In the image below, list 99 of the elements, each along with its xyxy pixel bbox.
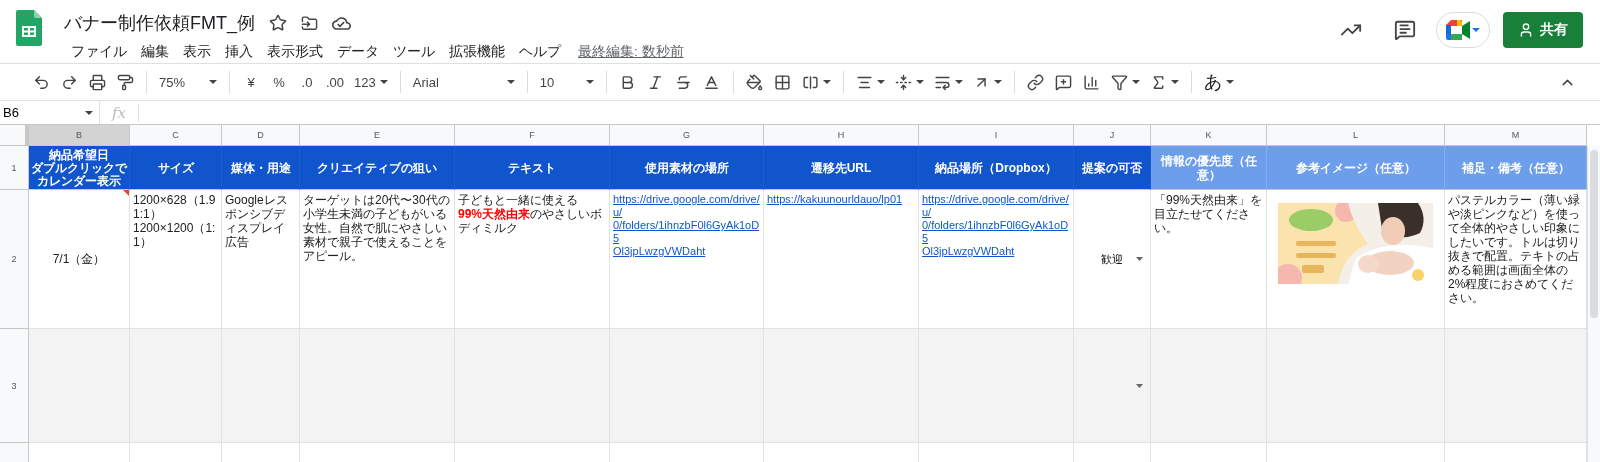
menu-item[interactable]: 表示 xyxy=(176,41,218,63)
header-cell: 使用素材の場所 xyxy=(610,146,764,190)
column-header[interactable]: I xyxy=(919,125,1074,146)
fill-color-icon xyxy=(746,73,764,91)
caret-icon xyxy=(1225,80,1234,84)
table-cell: ターゲットは20代〜30代の小学生未満の子どもがいる女性。自然で肌にやさしい素材で親子で使えることをアピール。 xyxy=(300,190,455,329)
star-icon[interactable] xyxy=(269,14,287,32)
caret-icon xyxy=(1136,257,1143,261)
caret-icon xyxy=(954,80,963,84)
column-header[interactable]: D xyxy=(222,125,300,146)
menu-item[interactable]: ツール xyxy=(386,41,442,63)
comment-icon xyxy=(1055,73,1073,91)
document-title[interactable]: バナー制作依頼FMT_例 xyxy=(64,11,255,35)
caret-icon xyxy=(506,80,515,84)
caret-icon xyxy=(85,110,93,115)
link-icon xyxy=(1027,73,1045,91)
chart-icon xyxy=(1083,73,1101,91)
caret-icon xyxy=(915,80,924,84)
column-header[interactable]: C xyxy=(130,125,222,146)
column-header[interactable]: K xyxy=(1151,125,1267,146)
strikethrough-icon xyxy=(675,73,693,91)
header-cell: 補足・備考（任意） xyxy=(1445,146,1587,190)
row-number[interactable]: 3 xyxy=(0,329,29,443)
table-cell: 子どもと一緒に使える 99%天然由来のやさしいボディミルク xyxy=(455,190,610,329)
redo-icon xyxy=(60,73,78,91)
dropdown[interactable]: 歓迎 xyxy=(1077,251,1147,267)
caret-icon xyxy=(993,80,1002,84)
header-cell: 遷移先URL xyxy=(764,146,919,190)
zoom-select[interactable]: 75% xyxy=(155,68,221,96)
caret-icon xyxy=(379,80,388,84)
column-header[interactable]: E xyxy=(300,125,455,146)
video-camera-icon xyxy=(1446,20,1470,40)
meet-button[interactable] xyxy=(1436,12,1490,48)
menu-item[interactable]: 拡張機能 xyxy=(442,41,512,63)
header-cell: 参考イメージ（任意） xyxy=(1267,146,1445,190)
caret-icon xyxy=(585,80,594,84)
currency-button[interactable]: ¥ xyxy=(238,68,264,96)
caret-icon xyxy=(822,80,831,84)
merge-icon xyxy=(801,73,819,91)
undo-icon xyxy=(32,73,50,91)
increase-decimal-button[interactable]: .00 xyxy=(322,68,349,96)
header-cell: サイズ xyxy=(130,146,222,190)
header-cell: 媒体・用途 xyxy=(222,146,300,190)
last-edit-link[interactable]: 最終編集: 数秒前 xyxy=(578,43,684,61)
link[interactable]: https://drive.google.com/drive/u/ 0/folders/1ihnzbF0l6GyAk1oD5 Ol3jpLwzgVWDaht xyxy=(613,193,760,258)
table-cell: パステルカラー（薄い緑や淡ピンクなど）を使って全体的やさしい印象にしたいです。トルは切り抜きで配置。テキトの占める範囲は画面全体の2%程度におさめてください。 xyxy=(1445,190,1587,329)
filter-icon xyxy=(1110,73,1128,91)
caret-icon xyxy=(209,80,217,84)
text-color-icon xyxy=(703,73,721,91)
column-header[interactable]: B xyxy=(29,125,130,146)
menu-item[interactable]: ファイル xyxy=(64,41,134,63)
header-cell: 提案の可否 xyxy=(1074,146,1151,190)
row-number[interactable]: 1 xyxy=(0,146,29,190)
link[interactable]: https://kakuunourldauo/lp01 xyxy=(767,193,915,206)
menu-item[interactable]: 表示形式 xyxy=(260,41,330,63)
header-cell: 納品場所（Dropbox） xyxy=(919,146,1074,190)
comment-icon xyxy=(1394,19,1416,41)
sheets-logo[interactable] xyxy=(16,10,42,46)
header-title: 納品希望日 xyxy=(49,147,109,162)
menu-item[interactable]: ヘルプ xyxy=(512,41,568,63)
fx-label: fx xyxy=(100,103,139,122)
paint-format-icon xyxy=(116,73,134,91)
row-number[interactable]: 2 xyxy=(0,190,29,329)
header-cell: 情報の優先度（任意） xyxy=(1151,146,1267,190)
column-header[interactable]: H xyxy=(764,125,919,146)
menu-item[interactable]: 挿入 xyxy=(218,41,260,63)
menu-item[interactable]: 編集 xyxy=(134,41,176,63)
print-icon xyxy=(88,73,106,91)
column-header[interactable]: M xyxy=(1445,125,1587,146)
header-note: ダブルクリックでカレンダー表示 xyxy=(31,161,127,188)
table-cell: 7/1（金） xyxy=(29,190,130,329)
font-size-select[interactable]: 10 xyxy=(535,68,598,96)
table-cell: Googleレスポンシブディスプレイ広告 xyxy=(222,190,300,329)
table-cell: 「99%天然由来」を目立たせてください。 xyxy=(1151,190,1267,329)
caret-icon xyxy=(1472,28,1480,32)
borders-icon xyxy=(774,73,792,91)
caret-icon xyxy=(1131,80,1140,84)
menu-item[interactable]: データ xyxy=(330,41,386,63)
scrollbar[interactable] xyxy=(1587,146,1600,462)
link[interactable]: https://drive.google.com/drive/u/ 0/folders/1ihnzbF0l6GyAk1oD5 Ol3jpLwzgVWDaht xyxy=(922,193,1070,258)
vertical-align-icon xyxy=(894,73,912,91)
move-folder-icon[interactable] xyxy=(301,14,318,32)
header-cell: クリエイティブの狙い xyxy=(300,146,455,190)
share-button[interactable]: 共有 xyxy=(1503,12,1583,48)
percent-button[interactable]: % xyxy=(266,68,292,96)
input-tools-button[interactable]: あ xyxy=(1199,68,1238,96)
column-header[interactable]: G xyxy=(610,125,764,146)
table-cell: 1200×628（1.91:1） 1200×1200（1:1） xyxy=(130,190,222,329)
person-icon xyxy=(1518,22,1534,38)
font-select[interactable]: Arial xyxy=(408,68,519,96)
header-cell: テキスト xyxy=(455,146,610,190)
caret-icon xyxy=(1170,80,1179,84)
column-header[interactable]: F xyxy=(455,125,610,146)
number-format-button[interactable]: 123 xyxy=(350,68,392,96)
caret-icon xyxy=(1136,383,1143,388)
column-header[interactable]: L xyxy=(1267,125,1445,146)
caret-icon xyxy=(876,80,885,84)
column-header[interactable]: J xyxy=(1074,125,1151,146)
decrease-decimal-button[interactable]: .0 xyxy=(294,68,320,96)
